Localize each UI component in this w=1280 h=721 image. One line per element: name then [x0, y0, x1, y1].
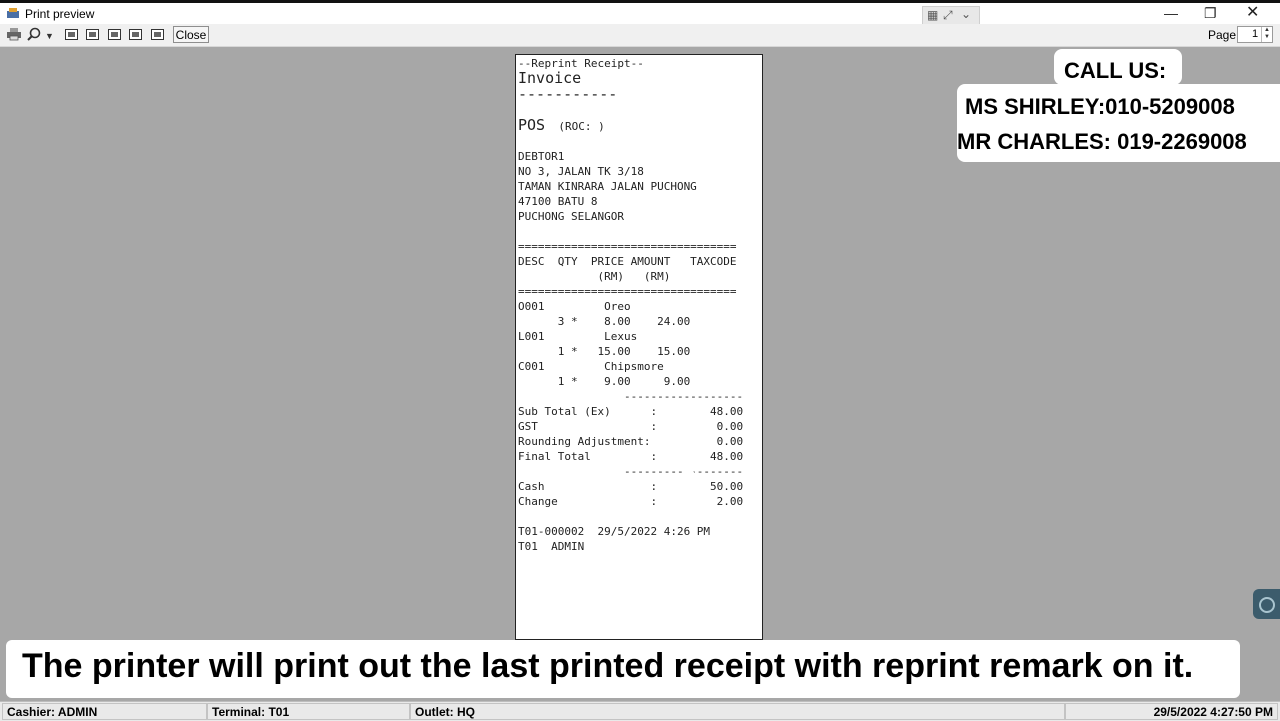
page-number: 1: [1252, 28, 1259, 40]
contact-box: MS SHIRLEY:010-5209008 MR CHARLES: 019-2…: [957, 84, 1280, 162]
three-page-view-icon[interactable]: [108, 29, 121, 40]
contact-shirley: MS SHIRLEY:010-5209008: [965, 94, 1235, 119]
item-name: Oreo: [604, 300, 631, 313]
four-page-view-icon[interactable]: [129, 29, 142, 40]
receipt-footer: T01 ADMIN: [518, 540, 585, 553]
column-headers: DESC QTY PRICE AMOUNT TAXCODE: [518, 255, 737, 268]
receipt-footer: T01-000002 29/5/2022 4:26 PM: [518, 525, 711, 538]
expand-icon[interactable]: ⤢: [943, 8, 953, 23]
total-line: Sub Total (Ex) : 48.00: [518, 405, 744, 418]
caption-text: The printer will print out the last prin…: [22, 647, 1194, 685]
roc-number: (ROC: ): [558, 120, 605, 133]
preview-toolbar: ▼ Close Page 1 ▲ ▼: [0, 24, 1280, 47]
status-terminal: Terminal: T01: [207, 703, 410, 720]
address-line: 47100 BATU 8: [518, 195, 598, 208]
six-page-view-icon[interactable]: [151, 29, 164, 40]
app-icon: [7, 8, 19, 18]
status-cashier: Cashier: ADMIN: [2, 703, 207, 720]
item-qty-line: 3 * 8.00 24.00: [518, 315, 691, 328]
close-button[interactable]: Close: [173, 26, 209, 43]
item-code: O001: [518, 300, 545, 313]
page-spinner[interactable]: 1 ▲ ▼: [1237, 26, 1273, 43]
restore-icon[interactable]: ❐: [1204, 5, 1217, 21]
caption-banner: The printer will print out the last prin…: [6, 640, 1240, 698]
printer-icon[interactable]: [6, 27, 22, 41]
double-rule: =================================: [518, 240, 737, 253]
total-line: Rounding Adjustment: 0.00: [518, 435, 744, 448]
grid-icon[interactable]: ▦: [927, 8, 938, 22]
two-page-view-icon[interactable]: [86, 29, 99, 40]
status-datetime: 29/5/2022 4:27:50 PM: [1065, 703, 1278, 720]
item-qty-line: 1 * 9.00 9.00: [518, 375, 691, 388]
zoom-icon[interactable]: [27, 27, 41, 41]
title-bar: Print preview ▦ ⤢ ⌄ — ❐ ✕: [0, 3, 1280, 26]
status-outlet: Outlet: HQ: [410, 703, 1065, 720]
address-line: PUCHONG SELANGOR: [518, 210, 624, 223]
chevron-down-icon[interactable]: ⌄: [961, 7, 971, 21]
address-line: NO 3, JALAN TK 3/18: [518, 165, 644, 178]
total-line: Final Total : 48.00: [518, 450, 744, 463]
single-rule: ------------------: [518, 465, 744, 478]
payment-line: Change : 2.00: [518, 495, 744, 508]
page-label: Page: [1208, 28, 1237, 42]
double-rule: =================================: [518, 285, 737, 298]
title-rule: -----------: [518, 85, 618, 103]
total-line: GST : 0.00: [518, 420, 744, 433]
window-title: Print preview: [25, 7, 95, 21]
single-rule: ------------------: [518, 390, 744, 403]
item-code: C001: [518, 360, 545, 373]
side-panel-tab[interactable]: [1253, 589, 1280, 619]
item-qty-line: 1 * 15.00 15.00: [518, 345, 691, 358]
zoom-dropdown-icon[interactable]: ▼: [45, 29, 54, 43]
column-units: (RM) (RM): [518, 270, 671, 283]
call-us-title: CALL US:: [1064, 58, 1167, 83]
item-code: L001: [518, 330, 545, 343]
address-line: TAMAN KINRARA JALAN PUCHONG: [518, 180, 697, 193]
minimize-icon[interactable]: —: [1164, 5, 1178, 21]
floating-toolbar[interactable]: ▦ ⤢ ⌄: [922, 6, 980, 26]
receipt-page: --Reprint Receipt-- Invoice ----------- …: [515, 54, 763, 640]
close-icon[interactable]: ✕: [1246, 5, 1259, 21]
status-bar: Cashier: ADMIN Terminal: T01 Outlet: HQ …: [0, 701, 1280, 721]
item-name: Chipsmore: [604, 360, 664, 373]
company-name: POS: [518, 116, 546, 134]
spinner-arrows-icon[interactable]: ▲ ▼: [1261, 27, 1272, 42]
one-page-view-icon[interactable]: [65, 29, 78, 40]
receipt-text: --Reprint Receipt-- Invoice ----------- …: [518, 56, 743, 554]
call-us-badge: CALL US:: [1054, 49, 1182, 85]
contact-charles: MR CHARLES: 019-2269008: [957, 129, 1247, 154]
payment-line: Cash : 50.00: [518, 480, 744, 493]
item-name: Lexus: [604, 330, 638, 343]
address-line: DEBTOR1: [518, 150, 565, 163]
